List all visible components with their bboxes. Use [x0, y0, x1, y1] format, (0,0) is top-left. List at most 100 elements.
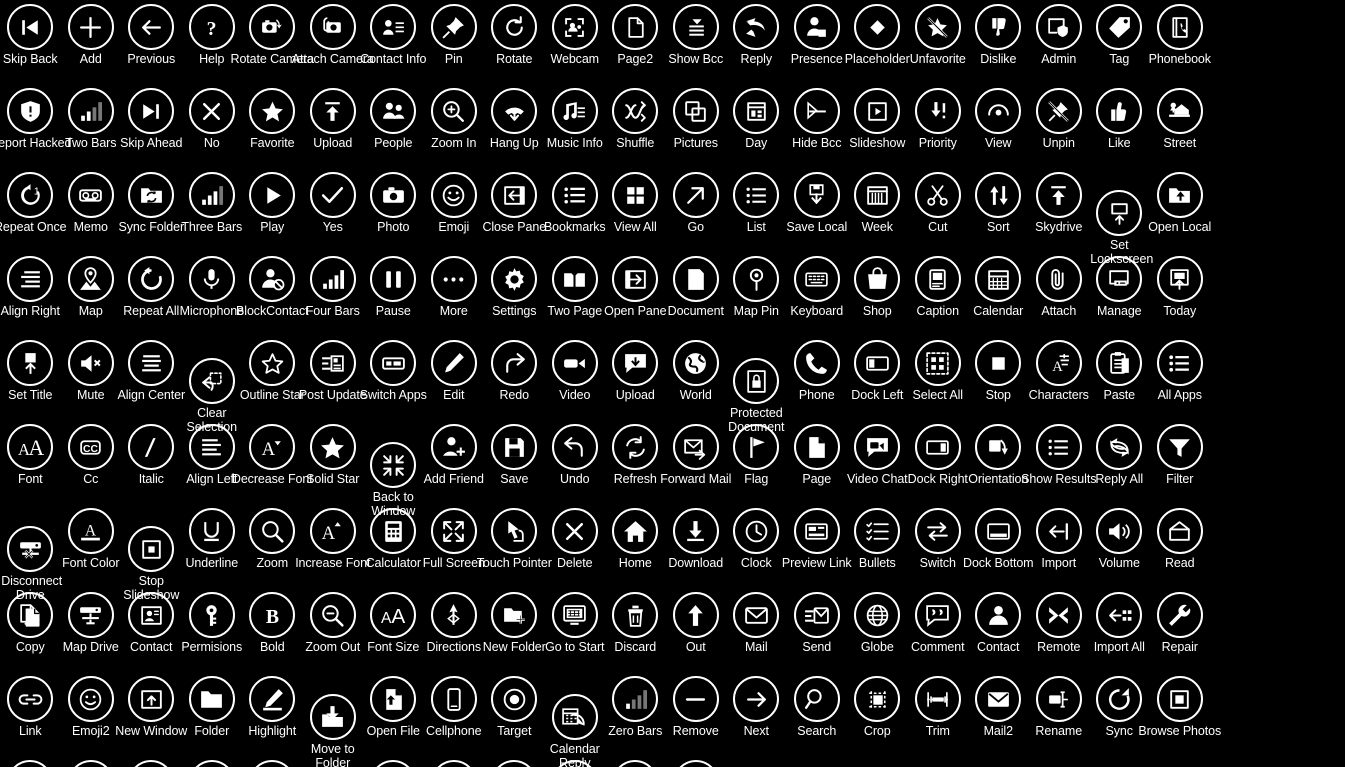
icon-tile-clear-selection[interactable]: Clear Selection: [182, 338, 243, 433]
icon-tile-people[interactable]: People: [363, 86, 424, 170]
icon-tile-search[interactable]: Search: [787, 674, 848, 758]
icon-tile-skydrive[interactable]: Skydrive: [1029, 170, 1090, 254]
icon-tile-hide-bcc[interactable]: Hide Bcc: [787, 86, 848, 170]
icon-tile-open-with[interactable]: Open With: [182, 758, 243, 767]
icon-tile-manage[interactable]: Manage: [1089, 254, 1150, 338]
icon-tile-flag[interactable]: Flag: [726, 422, 787, 506]
icon-tile-paste[interactable]: Paste: [1089, 338, 1150, 422]
icon-tile-show-results[interactable]: Show Results: [1021, 422, 1096, 506]
icon-tile-contact2[interactable]: Contact: [968, 590, 1029, 674]
icon-tile-upload2[interactable]: Upload: [605, 338, 666, 422]
icon-tile-underline[interactable]: Underline: [182, 506, 243, 590]
icon-tile-solid-star[interactable]: Solid Star: [303, 422, 364, 506]
icon-tile-go-to-start[interactable]: Go to Start: [545, 590, 606, 674]
icon-tile-redo[interactable]: Redo: [484, 338, 545, 422]
icon-tile-list[interactable]: List: [726, 170, 787, 254]
icon-tile-week[interactable]: Week: [847, 170, 908, 254]
icon-tile-align-right[interactable]: Align Right: [0, 254, 61, 338]
icon-tile-view[interactable]: View: [968, 86, 1029, 170]
icon-tile-cut[interactable]: Cut: [908, 170, 969, 254]
icon-tile-presence[interactable]: Presence: [787, 2, 848, 86]
icon-tile-globe[interactable]: Globe: [847, 590, 908, 674]
icon-tile-page[interactable]: Page: [787, 422, 848, 506]
icon-tile-mute[interactable]: Mute: [61, 338, 122, 422]
icon-tile-forward-mail[interactable]: Forward Mail: [660, 422, 731, 506]
icon-tile-discard[interactable]: Discard: [605, 590, 666, 674]
icon-tile-delete[interactable]: Delete: [545, 506, 606, 590]
icon-tile-no[interactable]: No: [182, 86, 243, 170]
icon-tile-phonebook[interactable]: Phonebook: [1149, 2, 1211, 86]
icon-tile-block-contact[interactable]: BlockContact: [236, 254, 309, 338]
icon-tile-admin[interactable]: Admin: [1029, 2, 1090, 86]
icon-tile-next[interactable]: Next: [726, 674, 787, 758]
icon-tile-memo[interactable]: Memo: [61, 170, 122, 254]
icon-tile-document[interactable]: Document: [666, 254, 727, 338]
icon-tile-send[interactable]: Send: [787, 590, 848, 674]
icon-tile-map-drive[interactable]: Map Drive: [61, 590, 122, 674]
icon-tile-two-page[interactable]: Two Page: [545, 254, 606, 338]
icon-tile-shop[interactable]: Shop: [847, 254, 908, 338]
icon-tile-mail2[interactable]: Mail2: [968, 674, 1029, 758]
icon-tile-contact[interactable]: Contact: [121, 590, 182, 674]
icon-tile-three-bars[interactable]: Three Bars: [181, 170, 242, 254]
icon-tile-slideshow[interactable]: Slideshow: [847, 86, 908, 170]
icon-tile-reply-all[interactable]: Reply All: [1089, 422, 1150, 506]
icon-tile-highlight[interactable]: Highlight: [242, 674, 303, 758]
icon-tile-attach-camera[interactable]: Attach Camera: [292, 2, 374, 86]
icon-tile-trim[interactable]: Trim: [908, 674, 969, 758]
icon-tile-add[interactable]: Add: [61, 2, 122, 86]
icon-tile-open-local[interactable]: Open Local: [1148, 170, 1211, 254]
icon-tile-photo[interactable]: Photo: [363, 170, 424, 254]
icon-tile-sort[interactable]: Sort: [968, 170, 1029, 254]
icon-tile-map[interactable]: Map: [61, 254, 122, 338]
icon-tile-directions[interactable]: Directions: [424, 590, 485, 674]
icon-tile-day[interactable]: Day: [726, 86, 787, 170]
icon-tile-set-title[interactable]: Set Title: [0, 338, 61, 422]
icon-tile-priority[interactable]: Priority: [908, 86, 969, 170]
icon-tile-cc[interactable]: CC Cc: [61, 422, 122, 506]
icon-tile-folder[interactable]: Folder: [182, 674, 243, 758]
icon-tile-calendar-reply[interactable]: Calendar Reply: [545, 674, 606, 767]
icon-tile-post-update[interactable]: Post Update: [299, 338, 367, 422]
icon-tile-read[interactable]: Read: [1150, 506, 1211, 590]
icon-tile-show-bcc[interactable]: Show Bcc: [666, 2, 727, 86]
icon-tile-webcam[interactable]: Webcam: [545, 2, 606, 86]
icon-tile-save[interactable]: Save: [484, 422, 545, 506]
icon-tile-mail[interactable]: Mail: [726, 590, 787, 674]
icon-tile-import-all[interactable]: Import All: [1089, 590, 1150, 674]
icon-tile-browse-photos[interactable]: Browse Photos: [1138, 674, 1221, 758]
icon-tile-street[interactable]: Street: [1150, 86, 1211, 170]
icon-tile-outline-star[interactable]: Outline Star: [240, 338, 305, 422]
icon-tile-view-all[interactable]: View All: [605, 170, 666, 254]
icon-tile-zoom-in[interactable]: Zoom In: [424, 86, 485, 170]
icon-tile-link[interactable]: Link: [0, 674, 61, 758]
icon-tile-copy[interactable]: Copy: [0, 590, 61, 674]
icon-tile-help[interactable]: ? Help: [182, 2, 243, 86]
icon-tile-dock-right[interactable]: Dock Right: [908, 422, 969, 506]
icon-tile-undo[interactable]: Undo: [545, 422, 606, 506]
icon-tile-align-center[interactable]: Align Center: [117, 338, 185, 422]
icon-tile-remove[interactable]: Remove: [666, 674, 727, 758]
icon-tile-font-color[interactable]: A Font Color: [61, 506, 122, 590]
icon-tile-remote[interactable]: Remote: [1029, 590, 1090, 674]
icon-tile-stop[interactable]: Stop: [968, 338, 1029, 422]
icon-tile-reshare[interactable]: Reshare: [484, 758, 545, 767]
icon-tile-sync[interactable]: Sync: [1089, 674, 1150, 758]
icon-tile-settings[interactable]: Settings: [484, 254, 545, 338]
icon-tile-decrease-font[interactable]: A Decrease Font: [232, 422, 313, 506]
icon-tile-crop[interactable]: Crop: [847, 674, 908, 758]
icon-tile-one-bar[interactable]: One Bar: [666, 758, 727, 767]
icon-tile-refresh[interactable]: Refresh: [605, 422, 666, 506]
icon-tile-accounts[interactable]: Accounts: [61, 758, 122, 767]
icon-tile-target[interactable]: Target: [484, 674, 545, 758]
icon-tile-back-to-window[interactable]: Back to Window: [363, 422, 424, 517]
icon-tile-video-chat[interactable]: Video Chat: [847, 422, 908, 506]
icon-tile-comment[interactable]: Comment: [908, 590, 969, 674]
icon-tile-full-screen[interactable]: Full Screen: [423, 506, 485, 590]
icon-tile-like[interactable]: Like: [1089, 86, 1150, 170]
icon-tile-world[interactable]: World: [666, 338, 727, 422]
icon-tile-rotate[interactable]: Rotate: [484, 2, 545, 86]
icon-tile-open-file[interactable]: Open File: [363, 674, 424, 758]
icon-tile-caption[interactable]: Caption: [908, 254, 969, 338]
icon-tile-permissions[interactable]: Permisions: [181, 590, 242, 674]
